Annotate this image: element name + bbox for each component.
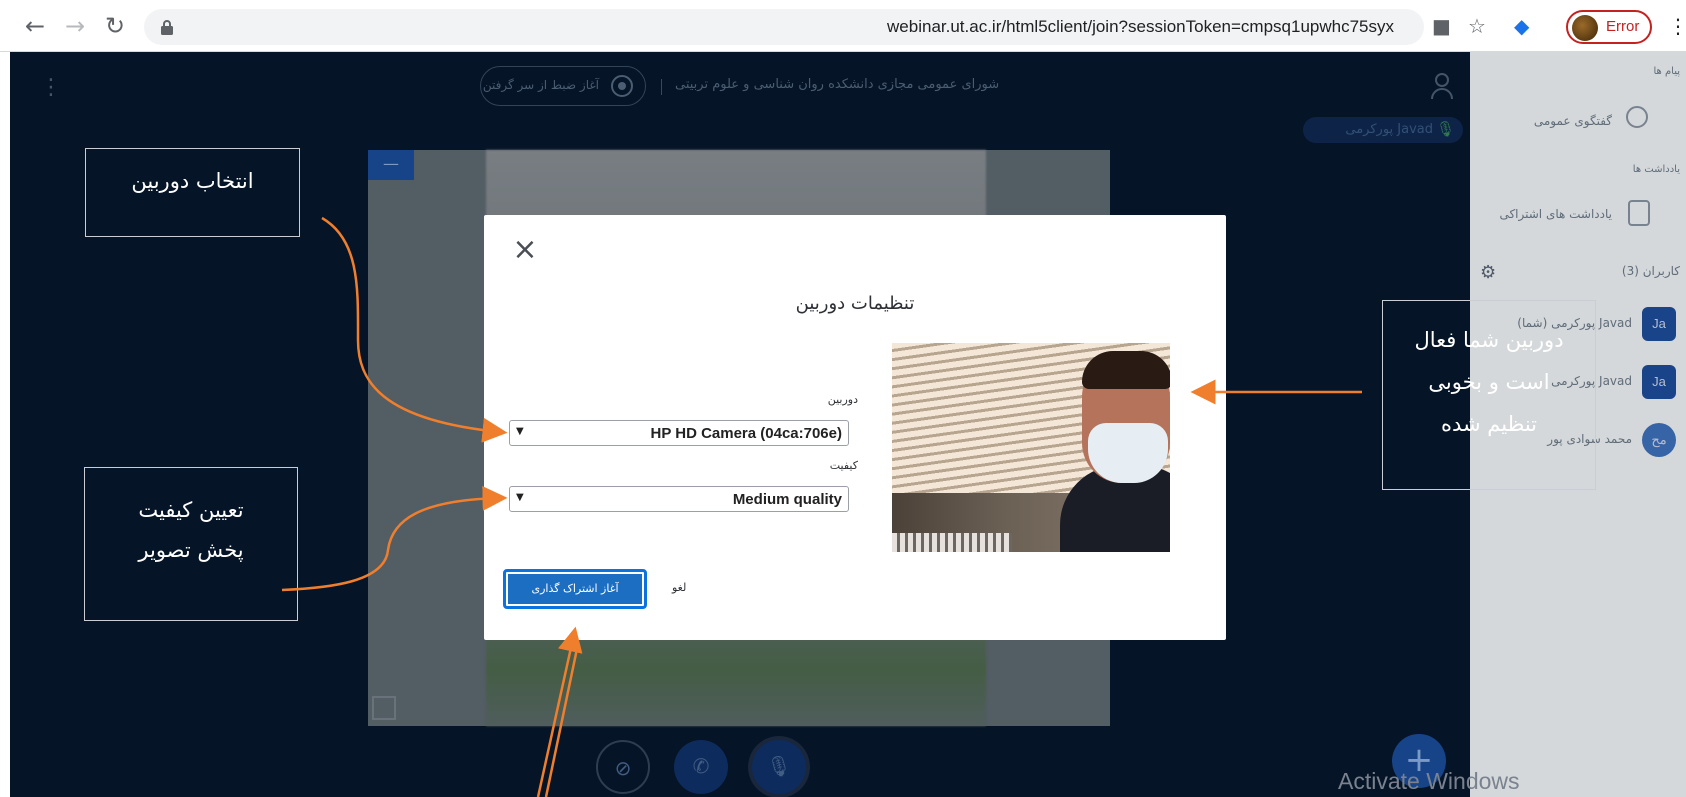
annotation-text: است و بخوبی [1428,370,1550,394]
reload-icon[interactable]: ↻ [100,11,130,41]
preview-radiator [892,533,1012,552]
profile-error-button[interactable]: Error [1566,10,1652,44]
preview-person-mask [1088,423,1168,483]
lock-icon [161,20,173,35]
chevron-down-icon: ▼ [516,426,524,437]
annotation-text: تنظیم شده [1440,412,1538,436]
start-sharing-button[interactable]: آغاز اشتراک گذاری [503,569,647,609]
annotation-text: تعیین کیفیت [138,498,244,522]
cancel-button[interactable]: لغو [672,581,686,594]
bookmark-star-icon[interactable]: ☆ [1468,14,1486,38]
camera-select[interactable]: HP HD Camera (04ca:706e) ▼ [509,420,849,446]
quality-select[interactable]: Medium quality ▼ [509,486,849,512]
back-arrow-icon[interactable]: ← [20,11,50,41]
extension-icon[interactable]: ◆ [1514,14,1529,38]
forward-arrow-icon[interactable]: → [60,11,90,41]
chrome-menu-icon[interactable]: ⋮ [1668,14,1686,38]
url-text: webinar.ut.ac.ir/html5client/join?sessio… [887,17,1394,36]
close-icon[interactable]: × [510,235,540,265]
camera-preview [892,343,1170,552]
dialog-title: تنظیمات دوربین [795,293,915,314]
preview-person-hair [1082,351,1170,389]
annotation-camera-active: دوربین شما فعال است و بخوبی تنظیم شده [1382,300,1596,490]
start-sharing-label: آغاز اشتراک گذاری [508,574,642,604]
browser-toolbar: ← → ↻ webinar.ut.ac.ir/html5client/join?… [0,0,1686,52]
chevron-down-icon: ▼ [516,492,524,503]
camera-label: دوربین [827,393,858,406]
annotation-text: دوربین شما فعال [1414,328,1564,352]
profile-status-text: Error [1606,18,1640,35]
camera-in-use-icon[interactable]: ■ [1432,14,1451,38]
window-edge [0,52,10,797]
quality-label: کیفیت [829,459,858,472]
address-bar[interactable]: webinar.ut.ac.ir/html5client/join?sessio… [144,9,1424,45]
annotation-text: پخش تصویر [138,538,244,562]
camera-select-value: HP HD Camera (04ca:706e) [650,425,843,442]
annotation-text: انتخاب دوربین [131,169,254,193]
camera-settings-dialog: × تنظیمات دوربین دوربین HP HD Camera (04… [484,215,1226,640]
annotation-select-camera: انتخاب دوربین [85,148,300,237]
avatar [1572,15,1598,41]
annotation-quality: تعیین کیفیت پخش تصویر [84,467,298,621]
quality-select-value: Medium quality [732,491,842,508]
